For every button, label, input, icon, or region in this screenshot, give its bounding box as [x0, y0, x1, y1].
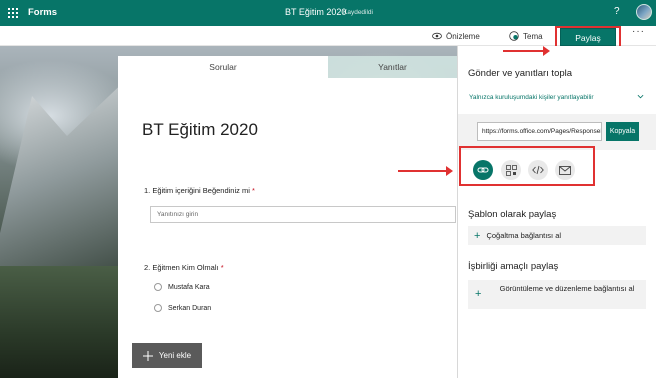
radio-option-label: Mustafa Kara [168, 283, 210, 291]
question-2-text: 2. Eğitmen Kim Olmalı [144, 263, 219, 272]
top-bar: Forms BT Eğitim 2020 Kaydedildi ? [0, 0, 656, 26]
question-1-answer-input[interactable]: Yanıtınızı girin [150, 206, 456, 223]
send-collect-heading: Gönder ve yanıtları topla [468, 68, 573, 79]
required-mark: * [220, 263, 224, 272]
eye-icon [432, 32, 442, 40]
palette-icon [509, 31, 519, 41]
audience-dropdown-value: Yalnızca kuruluşumdaki kişiler yanıtlaya… [469, 94, 594, 101]
tab-responses[interactable]: Yanıtlar [328, 56, 457, 78]
duplicate-link-label: Çoğaltma bağlantısı al [486, 231, 562, 240]
plus-icon: + [474, 229, 481, 242]
share-methods-highlight-box [459, 146, 595, 186]
share-highlight-box [555, 26, 621, 48]
annotation-arrow [503, 46, 550, 56]
help-icon[interactable]: ? [614, 6, 620, 17]
save-status: Kaydedildi [343, 9, 373, 16]
form-tabs: Sorular Yanıtlar [118, 56, 457, 78]
add-new-button[interactable]: Yeni ekle [132, 343, 202, 368]
app-name[interactable]: Forms [28, 7, 57, 18]
tab-questions[interactable]: Sorular [118, 56, 328, 78]
theme-button[interactable]: Tema [509, 31, 543, 41]
plus-icon [142, 350, 153, 361]
chevron-down-icon [637, 94, 644, 99]
duplicate-link-button[interactable]: + Çoğaltma bağlantısı al [468, 226, 646, 245]
audience-dropdown[interactable]: Yalnızca kuruluşumdaki kişiler yanıtlaya… [469, 94, 644, 101]
collaborate-heading: İşbirliği amaçlı paylaş [468, 261, 559, 272]
annotation-arrow [398, 166, 453, 176]
link-row: https://forms.office.com/Pages/ResponseP… [458, 114, 656, 150]
preview-label: Önizleme [446, 31, 480, 41]
form-card: BT Eğitim 2020 1. Eğitim içeriğini Beğen… [118, 78, 457, 378]
more-options-icon[interactable]: ··· [632, 26, 645, 37]
form-title[interactable]: BT Eğitim 2020 [142, 120, 258, 140]
document-title: BT Eğitim 2020 [285, 7, 347, 17]
copy-button[interactable]: Kopyala [606, 122, 639, 141]
radio-circle-icon [154, 304, 162, 312]
question-1-label[interactable]: 1. Eğitim içeriğini Beğendiniz mi * [144, 186, 255, 195]
collaborate-link-button[interactable]: + Görüntüleme ve düzenleme bağlantısı al [468, 280, 646, 309]
required-mark: * [251, 186, 255, 195]
question-2-label[interactable]: 2. Eğitmen Kim Olmalı * [144, 263, 224, 272]
mountain-shape [0, 76, 130, 276]
radio-option-label: Serkan Duran [168, 304, 212, 312]
collaborate-link-label: Görüntüleme ve düzenleme bağlantısı al [499, 284, 635, 293]
theme-label: Tema [523, 31, 543, 41]
share-url-field[interactable]: https://forms.office.com/Pages/ResponseP… [477, 122, 602, 141]
app-launcher-icon[interactable] [8, 8, 18, 18]
plus-icon: + [475, 288, 482, 300]
add-new-label: Yeni ekle [158, 351, 192, 360]
preview-button[interactable]: Önizleme [432, 31, 480, 41]
question-1-text: 1. Eğitim içeriğini Beğendiniz mi [144, 186, 250, 195]
template-share-heading: Şablon olarak paylaş [468, 209, 557, 220]
share-panel: Gönder ve yanıtları topla Yalnızca kurul… [457, 46, 656, 378]
radio-option[interactable]: Serkan Duran [154, 304, 211, 312]
radio-circle-icon [154, 283, 162, 291]
user-avatar[interactable] [636, 4, 652, 20]
radio-option[interactable]: Mustafa Kara [154, 283, 210, 291]
